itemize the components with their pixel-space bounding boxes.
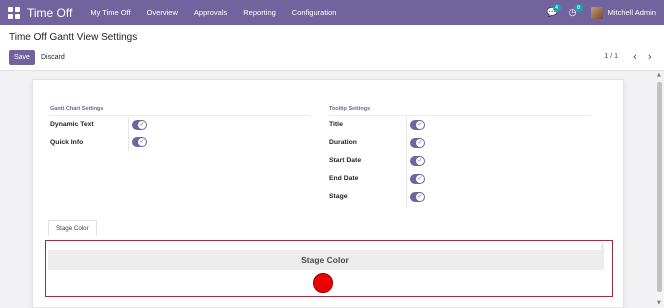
check-icon: ✓: [416, 121, 424, 129]
color-swatch[interactable]: [313, 273, 333, 293]
pager-previous-icon[interactable]: ‹: [633, 50, 637, 63]
dynamic-text-label: Dynamic Text: [50, 121, 94, 128]
top-navbar: Time Off My Time Off Overview Approvals …: [0, 0, 664, 25]
duration-label: Duration: [329, 139, 357, 146]
stage-color-column-header[interactable]: Stage Color: [48, 250, 602, 270]
end-date-toggle[interactable]: ✓: [410, 174, 425, 184]
stage-color-list: Stage Color: [45, 240, 613, 297]
user-name[interactable]: Mitchell Admin: [608, 8, 656, 17]
end-date-label: End Date: [329, 175, 359, 182]
check-icon: ✓: [138, 138, 146, 146]
stage-toggle[interactable]: ✓: [410, 192, 425, 202]
activities-badge: 8: [574, 3, 583, 12]
menu-my-time-off[interactable]: My Time Off: [90, 8, 130, 17]
group-separator: [50, 115, 310, 116]
duration-toggle[interactable]: ✓: [410, 138, 425, 148]
check-icon: ✓: [416, 157, 424, 165]
group-separator: [329, 115, 591, 116]
check-icon: ✓: [138, 121, 146, 129]
pager-next-icon[interactable]: ›: [648, 50, 652, 63]
check-icon: ✓: [416, 175, 424, 183]
quick-info-toggle[interactable]: ✓: [132, 137, 147, 147]
menu-reporting[interactable]: Reporting: [243, 8, 276, 17]
activities-button[interactable]: ◷ 8: [569, 3, 583, 19]
app-brand[interactable]: Time Off: [27, 6, 72, 20]
title-label: Title: [329, 121, 343, 128]
apps-menu-icon[interactable]: [8, 6, 20, 19]
field-divider: [128, 117, 129, 151]
tab-stage-color[interactable]: Stage Color: [48, 220, 97, 236]
messages-badge: 4: [552, 3, 561, 12]
field-divider: [406, 117, 407, 207]
page-title: Time Off Gantt View Settings: [9, 32, 138, 43]
form-sheet: Gantt Chart Settings Dynamic Text ✓ Quic…: [32, 79, 624, 308]
start-date-label: Start Date: [329, 157, 362, 164]
scroll-up-icon[interactable]: ▲: [657, 72, 661, 78]
save-button[interactable]: Save: [9, 50, 35, 65]
tooltip-settings-title: Tooltip Settings: [329, 106, 371, 112]
scroll-down-icon[interactable]: ▼: [657, 300, 661, 306]
start-date-toggle[interactable]: ✓: [410, 156, 425, 166]
page-scrollbar-thumb[interactable]: [657, 82, 662, 292]
gantt-settings-title: Gantt Chart Settings: [50, 106, 104, 112]
quick-info-label: Quick Info: [50, 139, 84, 146]
pager-value[interactable]: 1 / 1: [604, 53, 618, 60]
title-toggle[interactable]: ✓: [410, 120, 425, 130]
check-icon: ✓: [416, 193, 424, 201]
stage-label: Stage: [329, 193, 348, 200]
control-panel: Time Off Gantt View Settings Save Discar…: [0, 25, 664, 71]
menu-approvals[interactable]: Approvals: [194, 8, 227, 17]
menu-configuration[interactable]: Configuration: [292, 8, 337, 17]
check-icon: ✓: [416, 139, 424, 147]
discard-button[interactable]: Discard: [38, 50, 68, 65]
messages-button[interactable]: 💬 4: [547, 3, 561, 19]
navbar-systray: 💬 4 ◷ 8 Mitchell Admin: [547, 3, 656, 19]
dynamic-text-toggle[interactable]: ✓: [132, 120, 147, 130]
user-avatar[interactable]: [590, 6, 603, 19]
menu-overview[interactable]: Overview: [147, 8, 178, 17]
